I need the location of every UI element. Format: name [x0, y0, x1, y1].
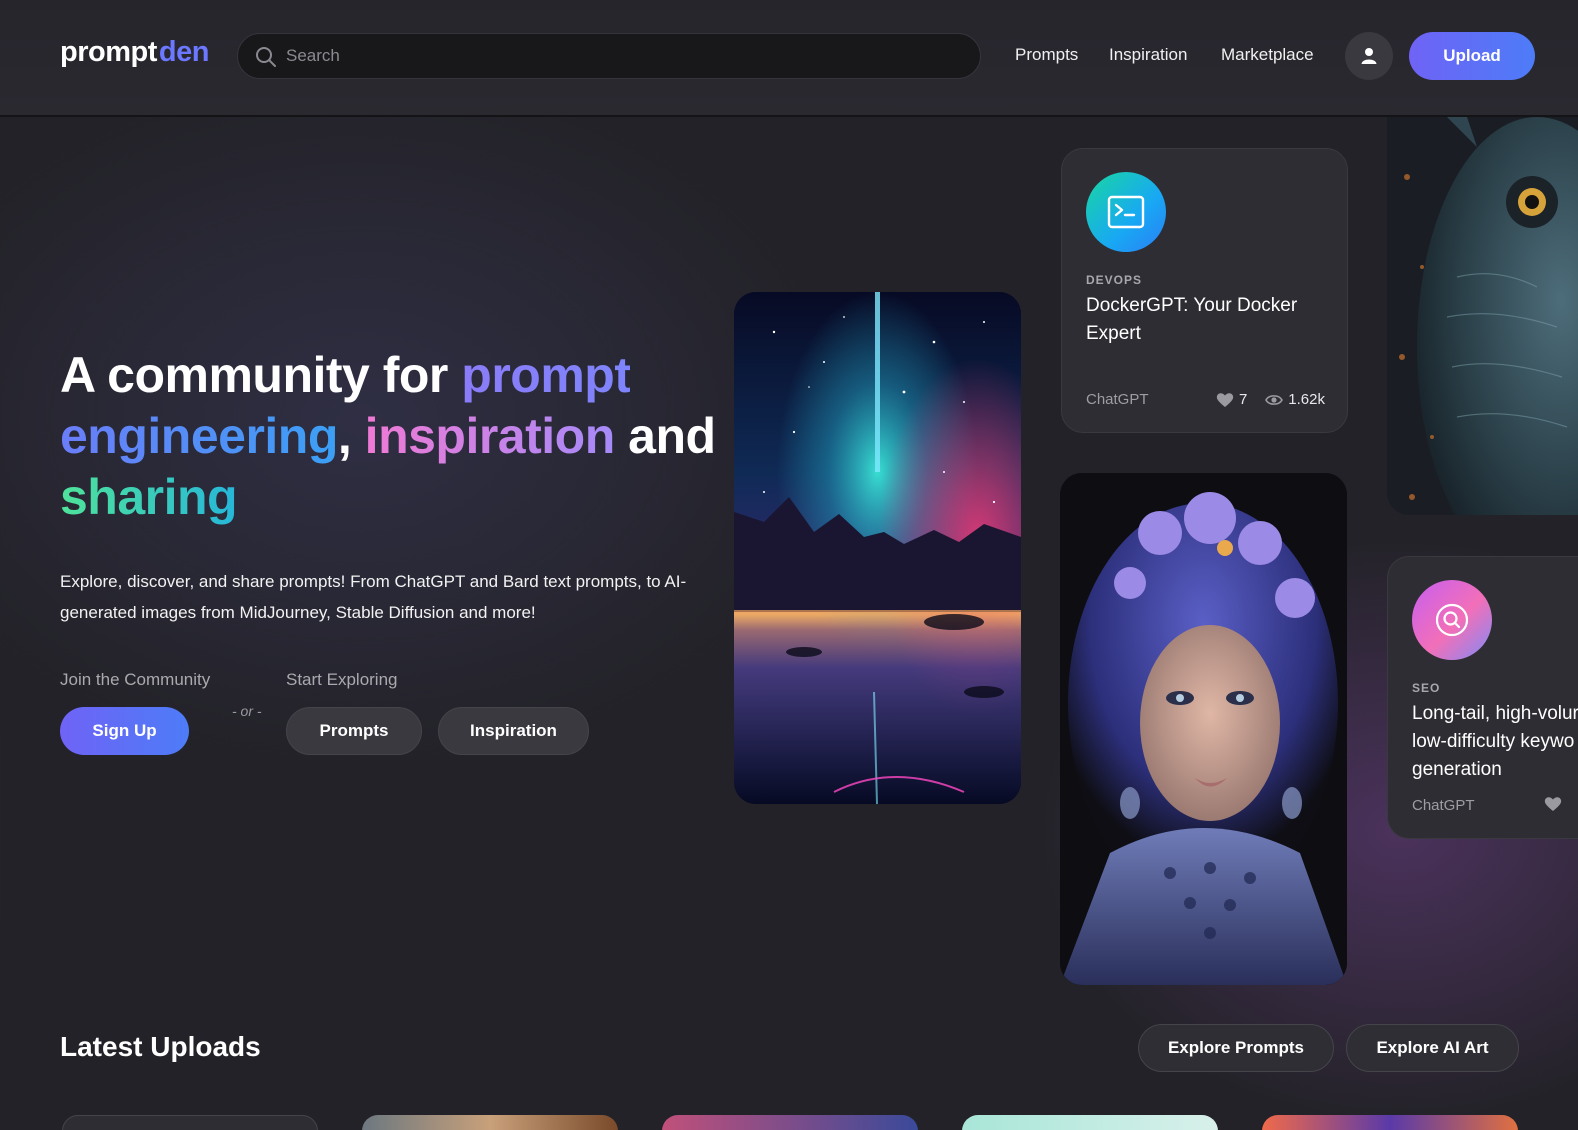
prompt-category: SEO — [1412, 681, 1441, 695]
hero-title-word-prompt: prompt — [461, 347, 631, 403]
terminal-icon — [1107, 195, 1145, 229]
join-community-label: Join the Community — [60, 670, 211, 689]
hero-title-part-1: A community for — [60, 347, 462, 403]
latest-upload-card[interactable] — [662, 1115, 918, 1130]
nav-link-marketplace[interactable]: Marketplace — [1221, 45, 1314, 65]
flower-woman-portrait-image — [1060, 473, 1347, 985]
views-count: 1.62k — [1288, 391, 1325, 408]
prompt-title[interactable]: Long-tail, high-volur low-difficulty key… — [1412, 700, 1578, 784]
prompt-platform: ChatGPT — [1412, 797, 1475, 814]
heart-icon[interactable] — [1544, 796, 1562, 812]
logo-text-prompt: prompt — [60, 36, 157, 68]
nav-link-prompts[interactable]: Prompts — [1015, 45, 1078, 65]
hero-title-word-and: and — [614, 408, 716, 464]
hero-title-word-inspiration: inspiration — [364, 408, 616, 464]
prompt-category: DEVOPS — [1086, 273, 1143, 287]
nav-link-inspiration[interactable]: Inspiration — [1109, 45, 1187, 65]
user-icon — [1361, 48, 1377, 64]
owl-image — [1387, 117, 1578, 515]
hero-title-word-sharing: sharing — [60, 469, 238, 525]
galaxy-lake-image-card[interactable] — [734, 292, 1021, 804]
hero-description: Explore, discover, and share prompts! Fr… — [60, 572, 687, 622]
prompt-stats: 7 1.62k — [1216, 391, 1325, 408]
hero-title-comma: , — [337, 408, 365, 464]
explore-inspiration-pill-button[interactable]: Inspiration — [438, 707, 589, 755]
flower-woman-portrait-card[interactable] — [1060, 473, 1347, 985]
search-input[interactable] — [286, 34, 966, 78]
upload-button[interactable]: Upload — [1409, 32, 1535, 80]
explore-prompts-pill-button[interactable]: Prompts — [286, 707, 422, 755]
latest-upload-card[interactable] — [362, 1115, 618, 1130]
prompt-title-line-3: generation — [1412, 759, 1502, 780]
prompt-title-line-2: low-difficulty keywo — [1412, 731, 1575, 752]
user-menu-button[interactable] — [1345, 32, 1393, 80]
owl-image-card[interactable] — [1387, 117, 1578, 515]
prompt-title-line-1: Long-tail, high-volur — [1412, 703, 1578, 724]
prompt-card-dockergpt[interactable]: DEVOPS DockerGPT: Your Docker Expert Cha… — [1061, 148, 1348, 433]
start-exploring-label: Start Exploring — [286, 670, 398, 689]
latest-upload-card[interactable] — [1262, 1115, 1518, 1130]
prompt-platform: ChatGPT — [1086, 391, 1149, 408]
search-bar[interactable] — [237, 33, 981, 79]
hero-title-word-engineering: engineering — [60, 408, 338, 464]
latest-uploads-heading: Latest Uploads — [60, 1031, 261, 1062]
heart-icon[interactable] — [1216, 392, 1234, 408]
search-icon — [1435, 603, 1469, 637]
eye-icon — [1265, 394, 1284, 405]
sign-up-button[interactable]: Sign Up — [60, 707, 189, 755]
galaxy-lake-image — [734, 292, 1021, 804]
logo-text-den: den — [158, 36, 210, 68]
latest-upload-card[interactable] — [962, 1115, 1218, 1130]
prompt-card-seo-keywords[interactable]: SEO Long-tail, high-volur low-difficulty… — [1387, 556, 1578, 839]
category-badge-seo — [1412, 580, 1492, 660]
explore-prompts-button[interactable]: Explore Prompts — [1138, 1024, 1334, 1072]
prompt-title[interactable]: DockerGPT: Your Docker Expert — [1086, 292, 1336, 348]
explore-ai-art-button[interactable]: Explore AI Art — [1346, 1024, 1519, 1072]
category-badge-devops — [1086, 172, 1166, 252]
latest-upload-card[interactable] — [62, 1115, 318, 1130]
promptden-logo[interactable]: promptden — [60, 36, 209, 69]
likes-count: 7 — [1238, 391, 1248, 408]
or-separator: - or - — [232, 703, 262, 719]
top-navbar: promptden Prompts Inspiration Marketplac… — [0, 0, 1578, 117]
hero-title: A community for prompt engineering, insp… — [60, 345, 740, 528]
search-icon — [256, 47, 276, 67]
